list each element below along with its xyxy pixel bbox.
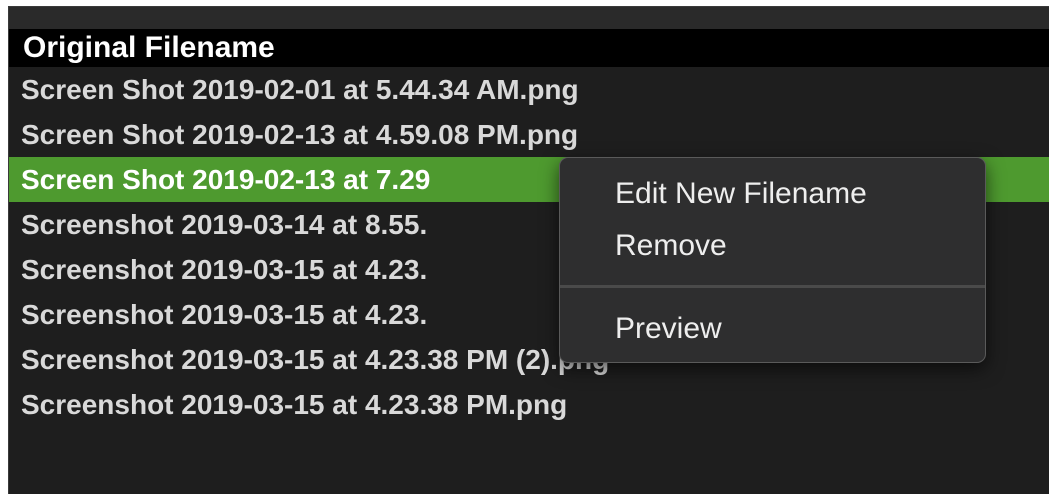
menu-item-preview[interactable]: Preview xyxy=(560,303,985,355)
menu-item-edit-new-filename[interactable]: Edit New Filename xyxy=(560,168,985,220)
table-row[interactable]: Screen Shot 2019-02-01 at 5.44.34 AM.png xyxy=(9,67,1049,112)
menu-separator xyxy=(560,285,985,288)
table-row[interactable]: Screen Shot 2019-02-13 at 4.59.08 PM.png xyxy=(9,112,1049,157)
context-menu: Edit New Filename Remove Preview xyxy=(559,157,986,363)
window-top-strip xyxy=(9,7,1049,30)
column-header-original-filename[interactable]: Original Filename xyxy=(9,29,1049,67)
menu-item-remove[interactable]: Remove xyxy=(560,220,985,272)
table-row[interactable]: Screenshot 2019-03-15 at 4.23.38 PM.png xyxy=(9,382,1049,427)
